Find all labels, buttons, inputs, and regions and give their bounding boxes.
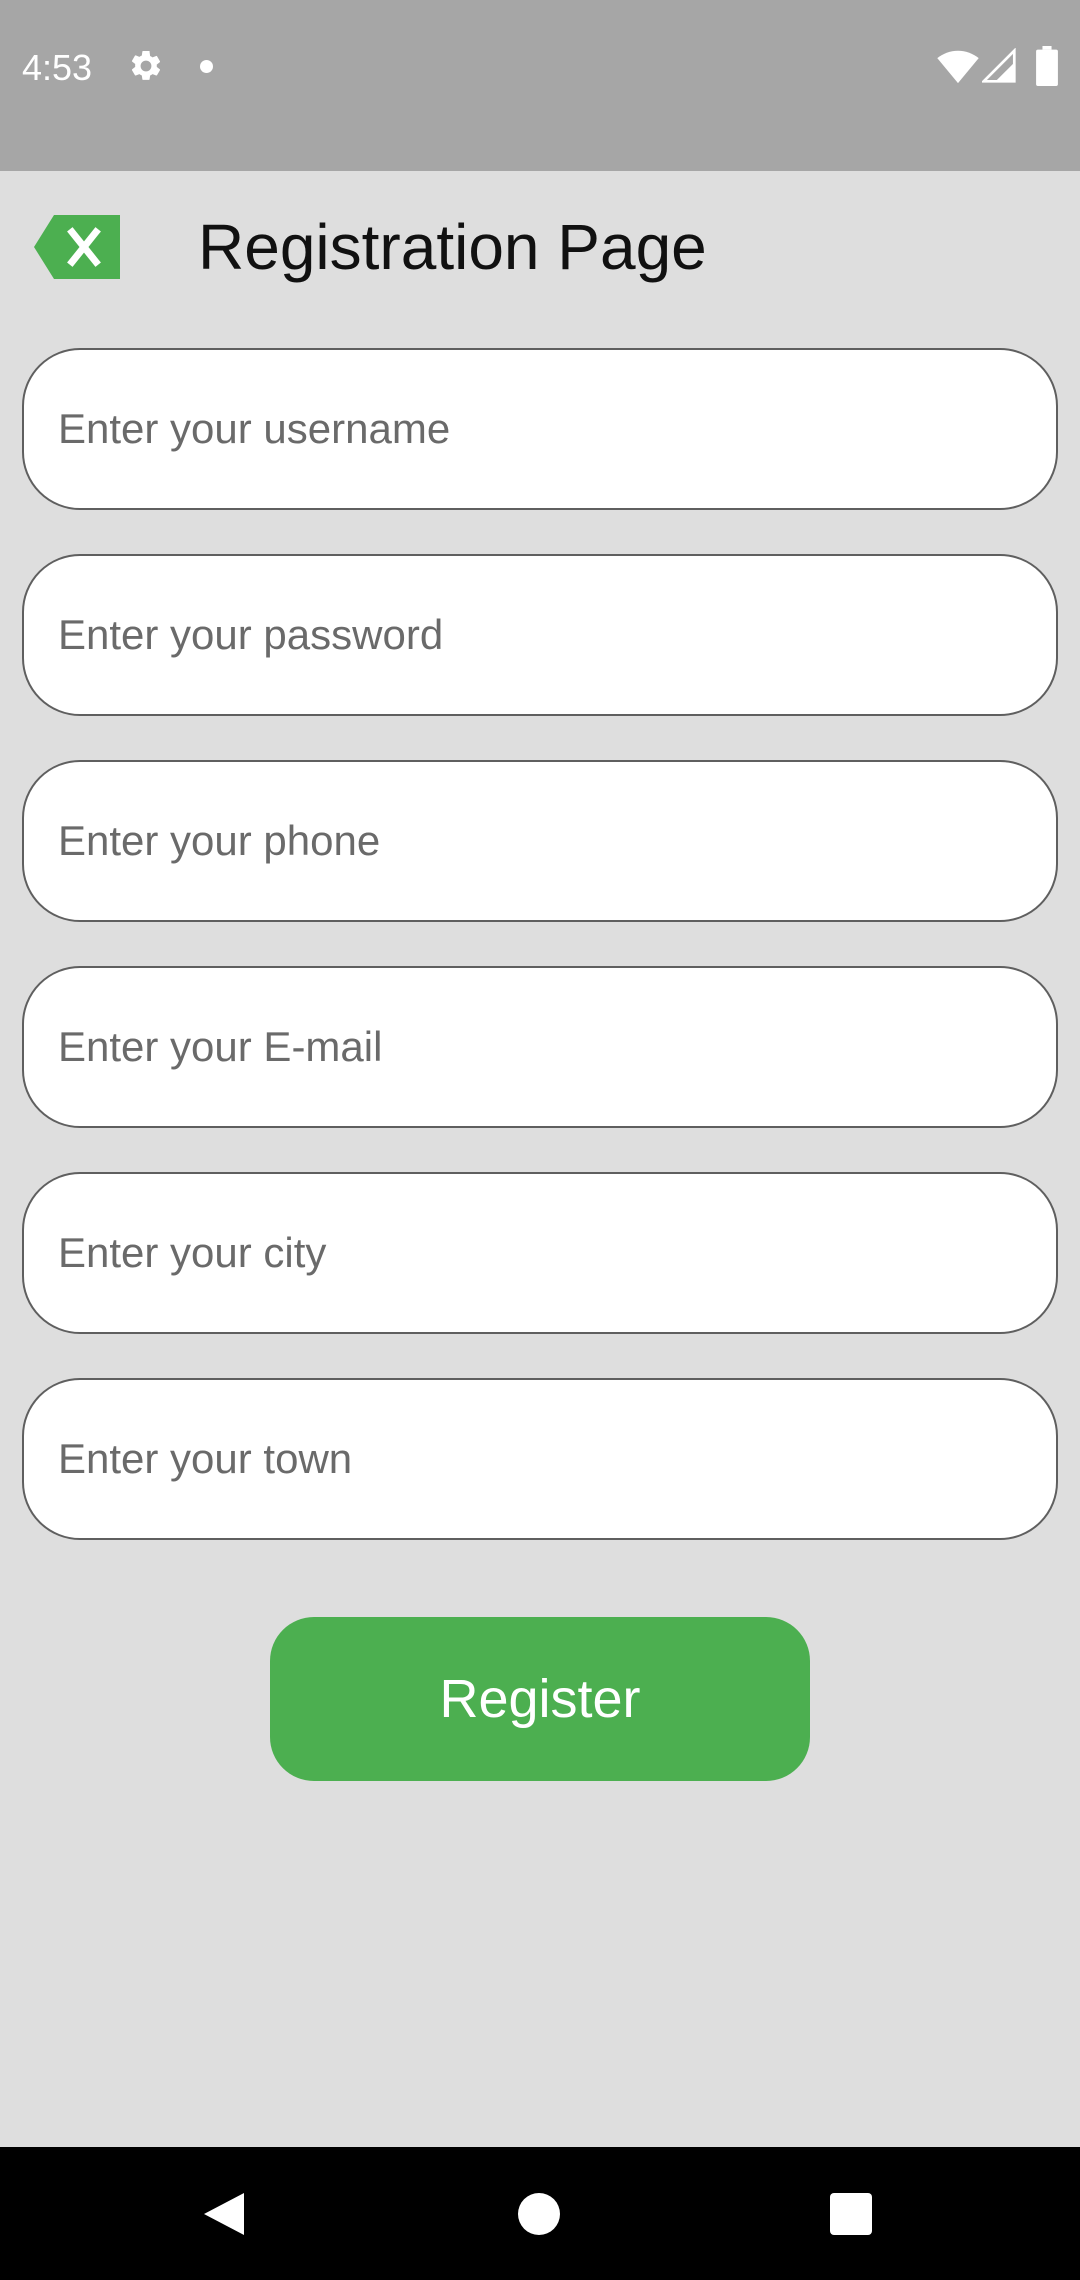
password-field[interactable]	[22, 554, 1058, 716]
city-input[interactable]	[56, 1228, 1020, 1278]
app-header: Registration Page	[0, 171, 1080, 321]
notification-dot-icon	[200, 60, 213, 73]
phone-input[interactable]	[56, 816, 1020, 866]
email-field[interactable]	[22, 966, 1058, 1128]
registration-form	[22, 348, 1058, 1584]
city-field[interactable]	[22, 1172, 1058, 1334]
register-button[interactable]: Register	[270, 1617, 810, 1781]
battery-icon	[1036, 46, 1058, 86]
cellular-signal-icon	[982, 48, 1016, 83]
phone-field[interactable]	[22, 760, 1058, 922]
system-nav-bar	[0, 2147, 1080, 2280]
nav-back-icon[interactable]	[200, 2189, 250, 2239]
status-time: 4:53	[22, 47, 93, 88]
nav-recents-icon[interactable]	[830, 2193, 872, 2235]
page-title: Registration Page	[198, 211, 707, 283]
password-input[interactable]	[56, 610, 1020, 660]
registration-screen: 4:53 Registration Page Enter your userna…	[0, 0, 1080, 2280]
username-input[interactable]	[56, 404, 1020, 454]
status-bar: 4:53	[0, 0, 1080, 171]
wifi-icon	[937, 50, 979, 84]
gear-icon	[131, 50, 161, 80]
backspace-close-icon[interactable]	[34, 215, 120, 279]
username-field[interactable]	[22, 348, 1058, 510]
town-input[interactable]	[56, 1434, 1020, 1484]
email-input[interactable]	[56, 1022, 1020, 1072]
nav-home-icon[interactable]	[518, 2193, 560, 2235]
town-field[interactable]	[22, 1378, 1058, 1540]
